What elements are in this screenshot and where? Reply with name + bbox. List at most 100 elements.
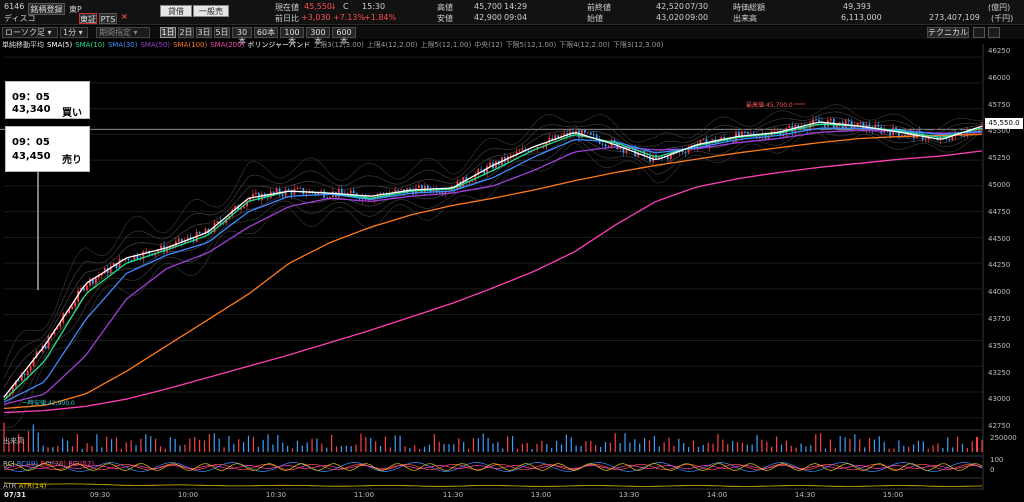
candle-body (44, 345, 47, 349)
candle-body (329, 196, 331, 198)
candle-body (586, 132, 589, 134)
candle-body (815, 119, 817, 121)
candle-body (684, 151, 687, 153)
rci-axis-mid: 0 (990, 466, 995, 474)
candle-body (818, 119, 820, 122)
candle-body (509, 155, 512, 157)
candle-body (340, 189, 343, 194)
candle-body (260, 193, 263, 201)
x-axis-date: 07/31 (4, 491, 27, 499)
y-tick-label: 44000 (988, 288, 1011, 297)
candle-body (397, 189, 400, 191)
candle-body (744, 131, 746, 133)
high-marker-label: 最高値:45,700.0 (746, 102, 793, 109)
plot-background (0, 51, 1024, 431)
candle-body (619, 147, 622, 150)
candle-body (889, 131, 892, 136)
price-chart[interactable] (0, 0, 1024, 502)
candle-body (145, 250, 148, 252)
sell-side: 売り (62, 155, 82, 166)
candle-body (829, 118, 832, 121)
trade-callout-sell: 09：05 43,450 売り (5, 126, 90, 172)
x-tick-label: 10:30 (265, 491, 287, 499)
candle-body (275, 189, 278, 194)
rci-52-label: RCI(52) (68, 460, 95, 468)
candle-body (287, 189, 290, 191)
candle-body (127, 258, 130, 260)
rci-panel-title: RCI RCI(9) RCI(26) RCI(52) (3, 460, 94, 468)
y-tick-label: 45750 (988, 100, 1011, 109)
candle-body (518, 151, 521, 153)
candle-body (592, 134, 595, 136)
y-tick-label: 45000 (988, 181, 1011, 189)
y-tick-label: 45250 (988, 154, 1011, 163)
x-tick-label: 14:30 (794, 491, 816, 499)
candle-body (305, 193, 308, 195)
sell-time: 09：05 (12, 137, 50, 148)
candle-body (29, 366, 32, 371)
y-tick-label: 46000 (988, 73, 1011, 82)
atr-series-label: ATR(14) (18, 482, 47, 490)
y-tick-label: 43250 (988, 368, 1011, 377)
candle-body (542, 147, 545, 148)
x-tick-label: 11:00 (353, 491, 375, 499)
candle-body (17, 380, 20, 382)
candle-body (272, 191, 275, 194)
candle-body (924, 139, 927, 140)
x-tick-label: 15:00 (882, 491, 904, 499)
candle-body (352, 190, 355, 194)
candle-body (601, 143, 604, 145)
candle-body (326, 197, 328, 199)
buy-price: 43,340 (12, 104, 51, 115)
y-tick-label: 44500 (988, 234, 1011, 243)
candle-body (71, 306, 74, 309)
candle-body (877, 124, 880, 127)
candle-body (441, 192, 444, 194)
rci-9-label: RCI(9) (16, 460, 39, 468)
candle-body (746, 131, 749, 134)
candle-body (74, 301, 77, 307)
candle-body (850, 121, 853, 128)
low-marker-label: 一時安値:42,900.0 (22, 400, 75, 407)
candle-body (589, 132, 592, 135)
candle-body (418, 185, 420, 188)
candle-body (948, 139, 951, 141)
atr-line (3, 482, 983, 487)
x-tick-label: 13:00 (530, 491, 552, 499)
candle-body (702, 138, 705, 140)
candle-body (749, 133, 752, 135)
candle-body (299, 188, 302, 189)
x-tick-label: 14:00 (706, 491, 728, 499)
rci-title: RCI (3, 460, 15, 468)
candle-body (604, 144, 607, 147)
x-tick-label: 13:30 (618, 491, 640, 499)
volume-axis-label: 250000 (990, 434, 1017, 442)
x-tick-label: 11:30 (442, 491, 464, 499)
candle-body (281, 194, 284, 196)
atr-title: ATR (3, 482, 17, 490)
candle-body (177, 238, 180, 242)
y-tick-label: 43500 (988, 341, 1011, 350)
candle-body (583, 130, 586, 133)
candle-body (296, 188, 299, 189)
candle-body (255, 192, 257, 194)
rci-26-label: RCI(26) (40, 460, 67, 468)
x-tick-label: 09:30 (89, 491, 111, 499)
y-tick-label: 44250 (988, 261, 1011, 270)
candle-body (901, 134, 903, 136)
candle-body (216, 221, 219, 223)
buy-side: 買い (62, 108, 82, 119)
candle-body (809, 124, 812, 130)
candle-body (904, 134, 906, 136)
candle-body (243, 206, 245, 208)
candle-body (86, 285, 88, 291)
candle-body (400, 189, 403, 191)
candle-body (847, 120, 850, 122)
candle-body (198, 231, 201, 234)
candle-body (94, 277, 97, 284)
y-tick-label: 43750 (988, 315, 1011, 323)
atr-panel-title: ATR ATR(14) (3, 482, 46, 490)
candle-body (438, 192, 441, 194)
trade-callout-buy: 09：05 43,340 買い (5, 81, 90, 119)
candle-body (118, 259, 121, 268)
